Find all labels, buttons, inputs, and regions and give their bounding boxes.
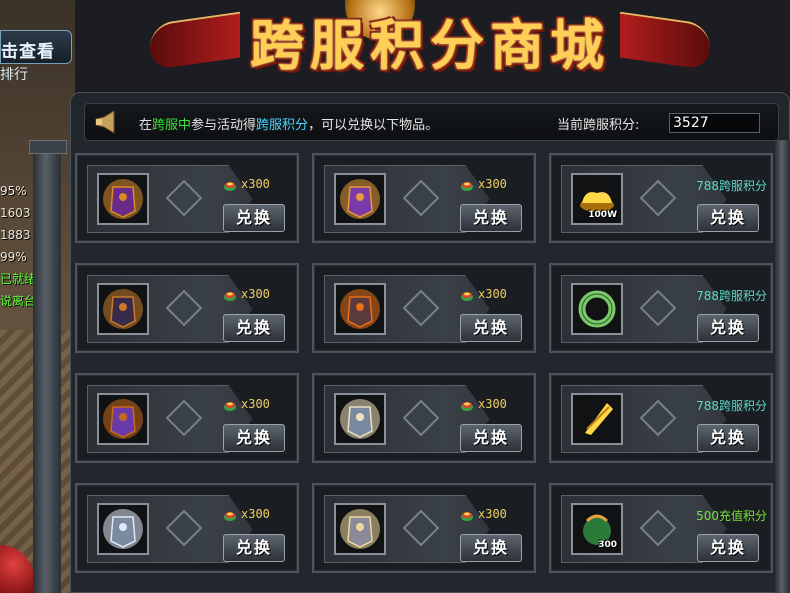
left-pillar [29,140,67,593]
token-icon [223,177,237,191]
exchange-button[interactable]: 兑换 [460,534,522,562]
purple-armor-icon[interactable] [97,173,149,225]
jade-pendant-icon[interactable] [571,283,623,335]
silver-medal-icon[interactable] [334,503,386,555]
item-quantity-badge: 100W [588,210,617,220]
gold-feather-icon[interactable] [571,393,623,445]
view-ranking-label: 击查看 [1,42,55,62]
shop-title: 跨服积分商城 [250,13,610,77]
item-cost: x300 [478,287,507,301]
info-bar: 在跨服中参与活动得跨服积分，可以兑换以下物品。 当前跨服积分: 3527 [84,103,779,141]
view-ranking-button[interactable]: 击查看 [0,30,72,64]
shop-item-card: x300 兑换 [75,153,299,243]
item-cost: x300 [241,397,270,411]
token-icon [223,507,237,521]
right-pillar [775,140,790,593]
token-icon [460,177,474,191]
item-cost: 500充值积分 [696,509,767,523]
item-cost: x300 [241,287,270,301]
exchange-button[interactable]: 兑换 [223,534,285,562]
item-cost: x300 [478,177,507,191]
info-highlight-crossserver: 跨服中 [152,118,192,133]
item-cost: x300 [241,507,270,521]
token-icon [460,397,474,411]
exchange-button[interactable]: 兑换 [697,204,759,232]
token-icon [460,507,474,521]
dark-helmet-icon[interactable] [97,283,149,335]
exchange-button[interactable]: 兑换 [223,424,285,452]
info-highlight-points: 跨服积分 [256,118,309,133]
silver-armor-icon[interactable] [334,393,386,445]
exchange-button[interactable]: 兑换 [697,424,759,452]
item-quantity-badge: 300 [598,540,617,550]
info-text: 在跨服中参与活动得跨服积分，可以兑换以下物品。 [139,114,438,133]
token-icon [223,397,237,411]
purple-bracer-icon[interactable] [334,173,386,225]
item-cost: 788跨服积分 [696,179,767,193]
points-label: 当前跨服积分: [557,118,640,133]
view-ranking-sublabel: 排行 [0,67,28,82]
points-value: 3527 [669,113,760,133]
item-cost: x300 [478,397,507,411]
shop-item-card: x300 兑换 [75,373,299,463]
shop-item-card: x300 兑换 [75,263,299,353]
info-suffix: ，可以兑换以下物品。 [308,118,439,133]
exchange-button[interactable]: 兑换 [460,424,522,452]
info-prefix: 在 [139,118,153,133]
token-icon [223,287,237,301]
shop-item-card: 100W 788跨服积分兑换 [549,153,773,243]
gold-ingot-icon[interactable]: 100W [571,173,623,225]
item-cost: 788跨服积分 [696,399,767,413]
horn-icon [95,110,115,134]
fire-ring-icon[interactable] [334,283,386,335]
shop-item-card: x300 兑换 [75,483,299,573]
shop-item-card: x300 兑换 [312,483,536,573]
item-cost: x300 [241,177,270,191]
exchange-button[interactable]: 兑换 [697,534,759,562]
shop-item-card: 788跨服积分兑换 [549,373,773,463]
silver-boots-icon[interactable] [97,503,149,555]
exchange-button[interactable]: 兑换 [223,314,285,342]
shop-item-card: x300 兑换 [312,263,536,353]
shop-item-card: x300 兑换 [312,373,536,463]
exchange-button[interactable]: 兑换 [697,314,759,342]
item-cost: 788跨服积分 [696,289,767,303]
info-middle: 参与活动得 [191,118,257,133]
exchange-button[interactable]: 兑换 [460,204,522,232]
purple-necklace-icon[interactable] [97,393,149,445]
title-banner: 跨服积分商城 [150,0,710,92]
shop-item-card: 788跨服积分兑换 [549,263,773,353]
shop-item-card: 300 500充值积分兑换 [549,483,773,573]
shop-item-card: x300 兑换 [312,153,536,243]
exchange-button[interactable]: 兑换 [460,314,522,342]
exchange-button[interactable]: 兑换 [223,204,285,232]
item-cost: x300 [478,507,507,521]
token-icon [460,287,474,301]
gem-pouch-icon[interactable]: 300 [571,503,623,555]
